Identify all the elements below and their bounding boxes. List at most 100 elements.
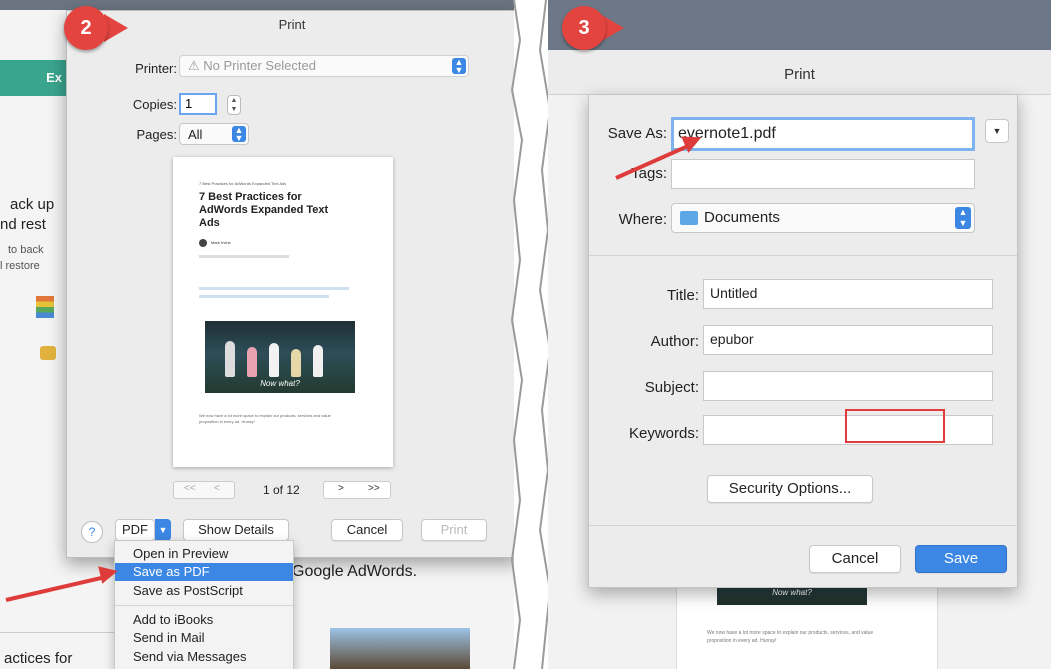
- save-as-input[interactable]: evernote1.pdf: [671, 117, 975, 151]
- where-select[interactable]: Documents ▲ ▼: [671, 203, 975, 233]
- title-input[interactable]: Untitled: [703, 279, 993, 309]
- cancel-label: Cancel: [346, 522, 388, 537]
- menu-item-save-as-pdf[interactable]: Save as PDF: [115, 563, 293, 581]
- last-page-button[interactable]: >>: [368, 483, 380, 494]
- printer-select[interactable]: ⚠ No Printer Selected ▲ ▼: [179, 55, 469, 77]
- save-label: Save: [943, 550, 979, 567]
- bg-folder-thumb: [40, 346, 56, 360]
- expand-chevron-icon[interactable]: ▼: [985, 119, 1009, 143]
- bg-text-google-adwords: Google AdWords.: [292, 563, 418, 580]
- menu-item-add-to-ibooks[interactable]: Add to iBooks: [115, 611, 293, 629]
- copies-stepper[interactable]: ▲ ▼: [227, 95, 241, 115]
- subject-label: Subject:: [644, 379, 699, 396]
- security-options-label: Security Options...: [728, 480, 852, 497]
- preview-image: Now what?: [205, 321, 355, 393]
- author-value: epubor: [710, 331, 754, 347]
- preview-image-figure: [247, 347, 257, 377]
- preview-meta-line: [199, 255, 289, 258]
- left-screenshot-panel: Ex ack up nd rest to back l restore n. G…: [0, 0, 520, 669]
- page-nav-back-group: << <: [173, 481, 235, 499]
- preview-image-figure: [269, 343, 279, 377]
- bg-preview-text: We now have a lot more space to explain …: [707, 630, 874, 644]
- title-value: Untitled: [710, 285, 758, 301]
- print-label: Print: [440, 522, 468, 537]
- prev-page-button[interactable]: <: [214, 483, 220, 494]
- annotation-arrow-line: [5, 574, 108, 602]
- pdf-menu-button[interactable]: PDF: [115, 519, 155, 541]
- help-button[interactable]: ?: [81, 521, 103, 543]
- bg-text-restore: l restore: [0, 260, 40, 272]
- select-arrows-icon: ▲ ▼: [955, 207, 971, 229]
- preview-author: Mark Irvine: [211, 240, 231, 245]
- where-value: Documents: [704, 209, 780, 226]
- print-window-titlebar: Print: [548, 50, 1051, 95]
- pages-label: Pages:: [136, 127, 177, 142]
- menu-item-save-as-postscript[interactable]: Save as PostScript: [115, 582, 293, 600]
- preview-title: 7 Best Practices for AdWords Expanded Te…: [199, 191, 329, 229]
- pdf-button-label: PDF: [122, 522, 148, 537]
- save-as-sheet: Save As: evernote1.pdf ▼ Tags: Where: Do…: [588, 94, 1018, 588]
- preview-image-figure: [225, 341, 235, 377]
- section-divider: [589, 255, 1017, 256]
- pages-select[interactable]: All ▲ ▼: [179, 123, 249, 145]
- where-label: Where:: [618, 211, 667, 228]
- save-button[interactable]: Save: [915, 545, 1007, 573]
- chevron-down-icon[interactable]: ▼: [155, 519, 171, 541]
- step-2-number: 2: [80, 17, 92, 39]
- page-nav-forward-group: > >>: [323, 481, 391, 499]
- keywords-label: Keywords:: [628, 425, 699, 442]
- folder-icon: [680, 211, 698, 225]
- bg-text-to-back: to back: [8, 244, 44, 256]
- show-details-label: Show Details: [198, 522, 274, 537]
- printer-value: ⚠ No Printer Selected: [188, 58, 316, 73]
- right-screenshot-panel: Print Now what? We now have a lot more s…: [548, 0, 1051, 669]
- step-3-number: 3: [578, 17, 590, 39]
- preview-image-figure: [291, 349, 301, 377]
- show-details-button[interactable]: Show Details: [183, 519, 289, 541]
- copies-input[interactable]: 1: [179, 93, 217, 115]
- title-label: Title:: [667, 287, 699, 304]
- print-dialog: Print Printer: ⚠ No Printer Selected ▲ ▼ …: [66, 10, 518, 558]
- bg-text-and-restore: nd rest: [0, 216, 46, 233]
- dialog-title: Print: [784, 66, 815, 83]
- page-indicator: 1 of 12: [263, 483, 300, 497]
- pages-value: All: [188, 127, 203, 142]
- menu-separator: [115, 605, 293, 606]
- subject-input[interactable]: [703, 371, 993, 401]
- select-arrows-icon: ▲ ▼: [452, 58, 466, 75]
- bg-text-practices: actices for: [4, 650, 73, 667]
- preview-text-line: [199, 295, 329, 298]
- bg-tab: Ex: [0, 60, 70, 96]
- select-arrows-icon: ▲ ▼: [232, 126, 246, 143]
- tags-input[interactable]: [671, 159, 975, 189]
- help-icon: ?: [88, 525, 96, 539]
- print-preview-page: 7 Best Practices for AdWords Expanded Te…: [173, 157, 393, 467]
- preview-text-line: [199, 287, 349, 290]
- next-page-button[interactable]: >: [338, 483, 344, 494]
- step-3-badge: 3: [562, 6, 606, 50]
- save-as-label: Save As:: [607, 125, 667, 142]
- bg-photo: [330, 628, 470, 669]
- preview-header: 7 Best Practices for AdWords Expanded Te…: [199, 181, 287, 186]
- cancel-button[interactable]: Cancel: [331, 519, 403, 541]
- bg-text-back-up: ack up: [10, 196, 55, 213]
- print-button[interactable]: Print: [421, 519, 487, 541]
- copies-value: 1: [185, 96, 193, 111]
- security-options-button[interactable]: Security Options...: [707, 475, 873, 503]
- menu-item-send-in-mail[interactable]: Send in Mail: [115, 629, 293, 647]
- step-2-badge: 2: [64, 6, 108, 50]
- bg-chart-thumb: [36, 296, 54, 318]
- highlight-box: [845, 409, 945, 443]
- copies-label: Copies:: [132, 97, 177, 112]
- menu-item-send-via-messages[interactable]: Send via Messages: [115, 648, 293, 666]
- printer-label: Printer:: [135, 61, 177, 76]
- first-page-button[interactable]: <<: [184, 483, 196, 494]
- cancel-button[interactable]: Cancel: [809, 545, 901, 573]
- author-label: Author:: [650, 333, 699, 350]
- section-divider: [589, 525, 1017, 526]
- menu-item-open-in-preview[interactable]: Open in Preview: [115, 545, 293, 563]
- author-input[interactable]: epubor: [703, 325, 993, 355]
- bg-preview-caption: Now what?: [772, 588, 812, 597]
- cancel-label: Cancel: [831, 550, 879, 567]
- author-avatar: [199, 239, 207, 247]
